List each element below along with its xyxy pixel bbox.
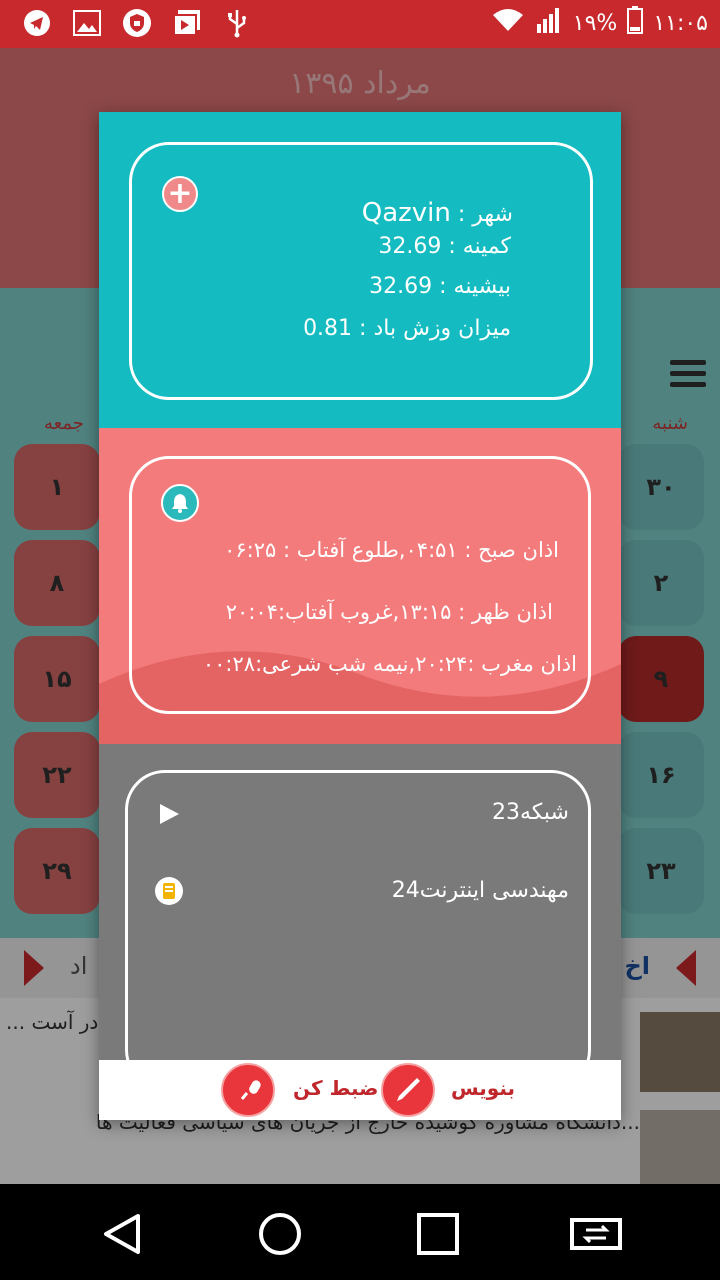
prayer-line-dhuhr: اذان ظهر : ۱۳:۱۵,غروب آفتاب:۲۰:۰۴ bbox=[225, 600, 553, 624]
telegram-icon bbox=[22, 8, 52, 38]
max-temp-row: بیشینه : 32.69 bbox=[369, 274, 511, 299]
recents-icon[interactable] bbox=[410, 1206, 466, 1262]
max-temp-value: 32.69 bbox=[369, 274, 433, 299]
usb-icon bbox=[222, 8, 252, 38]
wind-value: 0.81 bbox=[303, 316, 353, 341]
city-row: شهر : Qazvin bbox=[362, 198, 513, 228]
weather-panel: + شهر : Qazvin کمینه : 32.69 بیشینه : 32… bbox=[99, 112, 621, 428]
battery-icon bbox=[627, 6, 644, 40]
weather-card bbox=[129, 142, 593, 400]
max-temp-label: بیشینه : bbox=[439, 274, 511, 299]
prayer-times-panel: اذان صبح : ۰۴:۵۱,طلوع آفتاب : ۰۶:۲۵ اذان… bbox=[99, 428, 621, 744]
signal-icon bbox=[535, 6, 563, 40]
pen-icon[interactable] bbox=[381, 1063, 435, 1117]
info-dialog: + شهر : Qazvin کمینه : 32.69 بیشینه : 32… bbox=[99, 112, 621, 1120]
microphone-icon[interactable] bbox=[221, 1063, 275, 1117]
wind-label: میزان وزش باد : bbox=[359, 316, 511, 341]
rotate-icon[interactable] bbox=[568, 1206, 624, 1262]
tv-channel: شبکه23 bbox=[491, 800, 569, 825]
city-label: شهر : bbox=[457, 202, 513, 227]
add-icon[interactable]: + bbox=[162, 176, 198, 212]
prayer-line-fajr: اذان صبح : ۰۴:۵۱,طلوع آفتاب : ۰۶:۲۵ bbox=[224, 538, 559, 562]
record-button[interactable]: ضبط کن bbox=[293, 1076, 379, 1100]
back-icon[interactable] bbox=[94, 1206, 150, 1262]
play-icon[interactable] bbox=[157, 802, 181, 826]
min-temp-label: کمینه : bbox=[448, 234, 511, 259]
image-icon bbox=[72, 8, 102, 38]
prayer-line-maghrib: اذان مغرب :۲۰:۲۴,نیمه شب شرعی:۰۰:۲۸ bbox=[202, 652, 577, 676]
min-temp-row: کمینه : 32.69 bbox=[378, 234, 511, 259]
note-icon[interactable] bbox=[155, 877, 183, 905]
tv-panel: شبکه23 مهندسی اینترنت24 bbox=[99, 744, 621, 1060]
dialog-footer: ضبط کن بنویس bbox=[99, 1060, 621, 1120]
status-bar: ۱۹% ۱۱:۰۵ bbox=[0, 0, 720, 48]
bell-icon[interactable] bbox=[161, 484, 199, 522]
wifi-icon bbox=[491, 7, 525, 39]
write-button[interactable]: بنویس bbox=[451, 1076, 515, 1100]
shield-icon bbox=[122, 8, 152, 38]
photo-album-icon bbox=[172, 8, 202, 38]
battery-percent: ۱۹% bbox=[572, 10, 618, 36]
wind-row: میزان وزش باد : 0.81 bbox=[303, 316, 511, 341]
city-value: Qazvin bbox=[361, 198, 451, 228]
navigation-bar bbox=[0, 1184, 720, 1280]
min-temp-value: 32.69 bbox=[378, 234, 442, 259]
tv-program: مهندسی اینترنت24 bbox=[391, 878, 569, 903]
clock: ۱۱:۰۵ bbox=[653, 10, 708, 36]
home-icon[interactable] bbox=[252, 1206, 308, 1262]
